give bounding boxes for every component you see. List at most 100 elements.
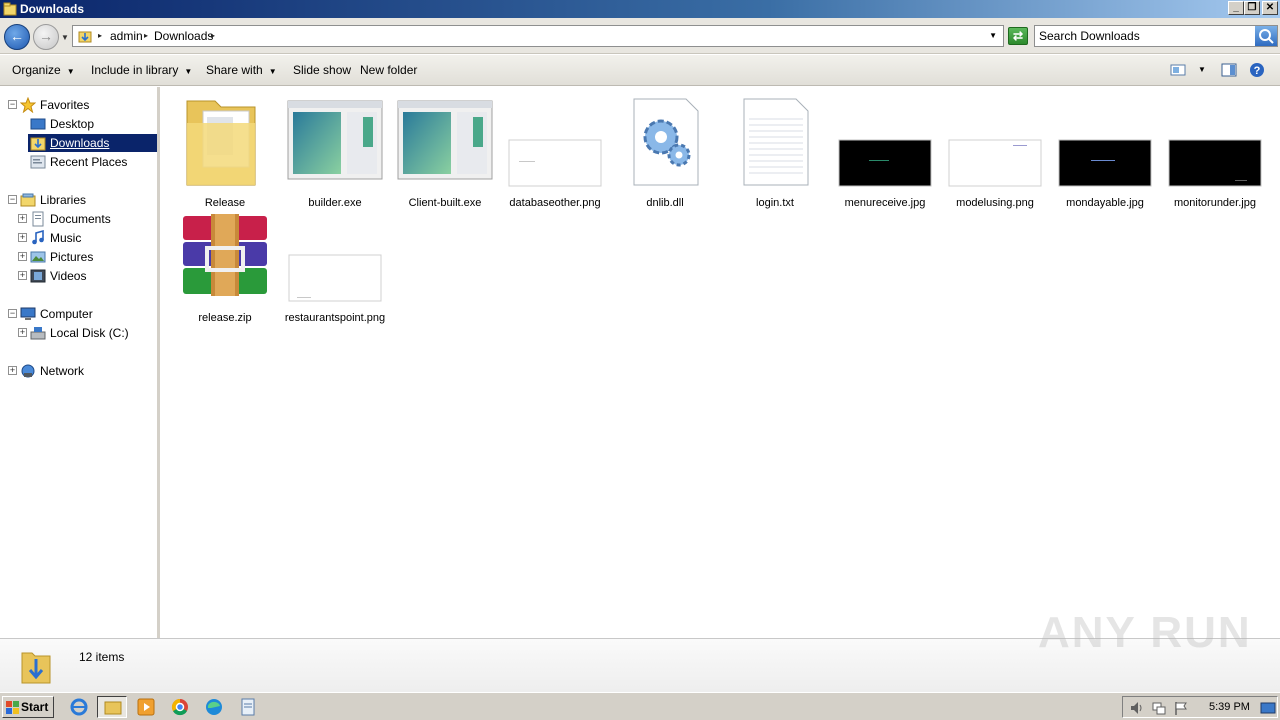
file-item[interactable]: monitorunder.jpg	[1165, 93, 1265, 218]
taskbar-explorer[interactable]	[97, 696, 127, 718]
chevron-right-icon[interactable]: ▸	[144, 31, 148, 40]
search-input[interactable]	[1039, 28, 1249, 44]
expand-icon[interactable]: +	[18, 233, 27, 242]
breadcrumb-admin[interactable]: admin	[110, 29, 143, 43]
action-center-flag-icon[interactable]	[1173, 700, 1189, 716]
nav-pictures[interactable]: + Pictures	[0, 248, 157, 266]
nav-network-label: Network	[40, 364, 85, 378]
system-tray: 5:39 PM	[1122, 696, 1278, 718]
image-thumbnail	[1168, 139, 1262, 187]
search-box[interactable]	[1034, 25, 1278, 47]
nav-libraries[interactable]: − Libraries	[0, 191, 157, 209]
preview-pane-icon[interactable]	[1221, 62, 1237, 78]
share-with-button[interactable]: Share with ▼	[206, 63, 277, 77]
file-item[interactable]: builder.exe	[285, 93, 385, 218]
forward-button[interactable]: →	[33, 24, 59, 50]
desktop-icon	[30, 118, 46, 130]
file-item[interactable]: databaseother.png	[505, 93, 605, 218]
refresh-button[interactable]: ⇄	[1008, 27, 1028, 45]
arrow-left-icon: ←	[10, 28, 24, 44]
recent-pages-dropdown[interactable]: ▼	[61, 33, 69, 42]
network-tray-icon[interactable]	[1151, 700, 1167, 716]
collapse-icon[interactable]: −	[8, 100, 17, 109]
image-thumbnail	[948, 139, 1042, 187]
breadcrumb-downloads[interactable]: Downloads	[154, 29, 213, 43]
volume-icon[interactable]	[1129, 700, 1145, 716]
taskbar-edge[interactable]	[199, 696, 229, 718]
taskbar-ie[interactable]	[64, 696, 94, 718]
expand-icon[interactable]: +	[18, 271, 27, 280]
file-item[interactable]: Release	[175, 93, 275, 218]
svg-text:?: ?	[1254, 65, 1261, 77]
dll-gear-icon	[633, 98, 699, 186]
change-view-icon[interactable]	[1170, 62, 1186, 78]
taskbar-media-player[interactable]	[131, 696, 161, 718]
nav-network[interactable]: + Network	[0, 362, 157, 380]
nav-favorites[interactable]: − Favorites	[0, 96, 157, 114]
collapse-icon[interactable]: −	[8, 195, 17, 204]
notepad-icon	[241, 698, 255, 716]
expand-icon[interactable]: +	[8, 366, 17, 375]
new-folder-button[interactable]: New folder	[360, 63, 417, 77]
show-desktop-icon[interactable]	[1260, 700, 1276, 716]
search-icon	[1259, 29, 1274, 44]
chevron-right-icon[interactable]: ▸	[211, 31, 215, 40]
text-file-icon	[743, 98, 809, 186]
share-with-label: Share with	[206, 63, 263, 77]
search-button[interactable]	[1255, 26, 1277, 46]
chevron-down-icon[interactable]: ▼	[989, 31, 997, 40]
file-name: login.txt	[756, 197, 794, 209]
expand-icon[interactable]: +	[18, 252, 27, 261]
computer-icon	[20, 307, 36, 320]
nav-local-disk-label: Local Disk (C:)	[50, 326, 129, 340]
include-in-library-button[interactable]: Include in library ▼	[91, 63, 192, 77]
nav-videos[interactable]: + Videos	[0, 267, 157, 285]
downloads-folder-icon	[30, 137, 46, 151]
file-item[interactable]: modelusing.png	[945, 93, 1045, 218]
nav-music[interactable]: + Music	[0, 229, 157, 247]
minimize-button[interactable]: _	[1228, 1, 1244, 15]
pictures-icon	[30, 251, 46, 263]
close-button[interactable]: ✕	[1262, 1, 1278, 15]
file-item[interactable]: Client-built.exe	[395, 93, 495, 218]
view-options-dropdown[interactable]: ▼	[1198, 65, 1206, 74]
file-name: monitorunder.jpg	[1174, 197, 1256, 209]
chevron-right-icon[interactable]: ▸	[98, 31, 102, 40]
nav-libraries-label: Libraries	[40, 193, 87, 207]
restore-button[interactable]: ❐	[1244, 1, 1260, 15]
file-item[interactable]: restaurantspoint.png	[285, 208, 385, 333]
window-title: Downloads	[20, 2, 85, 16]
image-thumbnail	[288, 254, 382, 302]
chevron-down-icon: ▼	[66, 67, 75, 76]
clock[interactable]: 5:39 PM	[1209, 701, 1250, 713]
help-icon[interactable]: ?	[1249, 62, 1265, 78]
hard-drive-icon	[30, 327, 46, 340]
nav-documents[interactable]: + Documents	[0, 210, 157, 228]
collapse-icon[interactable]: −	[8, 309, 17, 318]
file-item[interactable]: login.txt	[725, 93, 825, 218]
chevron-down-icon: ▼	[184, 67, 193, 76]
address-field[interactable]: ▸ admin ▸ Downloads ▸ ▼	[72, 25, 1004, 47]
taskbar-notepad[interactable]	[233, 696, 263, 718]
nav-pictures-label: Pictures	[50, 250, 94, 264]
title-bar: Downloads _ ❐ ✕	[0, 0, 1280, 18]
nav-downloads[interactable]: Downloads	[0, 134, 157, 152]
item-count: 12 items	[79, 650, 125, 664]
start-button[interactable]: Start	[2, 696, 54, 718]
nav-recent-places[interactable]: Recent Places	[0, 153, 157, 171]
nav-local-disk[interactable]: + Local Disk (C:)	[0, 324, 157, 342]
file-item[interactable]: dnlib.dll	[615, 93, 715, 218]
nav-computer[interactable]: − Computer	[0, 305, 157, 323]
documents-icon	[32, 211, 44, 227]
nav-desktop[interactable]: Desktop	[0, 115, 157, 133]
file-item[interactable]: mondayable.jpg	[1055, 93, 1155, 218]
edge-icon	[206, 699, 222, 715]
expand-icon[interactable]: +	[18, 328, 27, 337]
organize-button[interactable]: Organize ▼	[12, 63, 75, 77]
expand-icon[interactable]: +	[18, 214, 27, 223]
back-button[interactable]: ←	[4, 24, 30, 50]
slide-show-button[interactable]: Slide show	[293, 63, 351, 77]
taskbar-chrome[interactable]	[165, 696, 195, 718]
file-item[interactable]: release.zip	[175, 208, 275, 333]
file-item[interactable]: menureceive.jpg	[835, 93, 935, 218]
